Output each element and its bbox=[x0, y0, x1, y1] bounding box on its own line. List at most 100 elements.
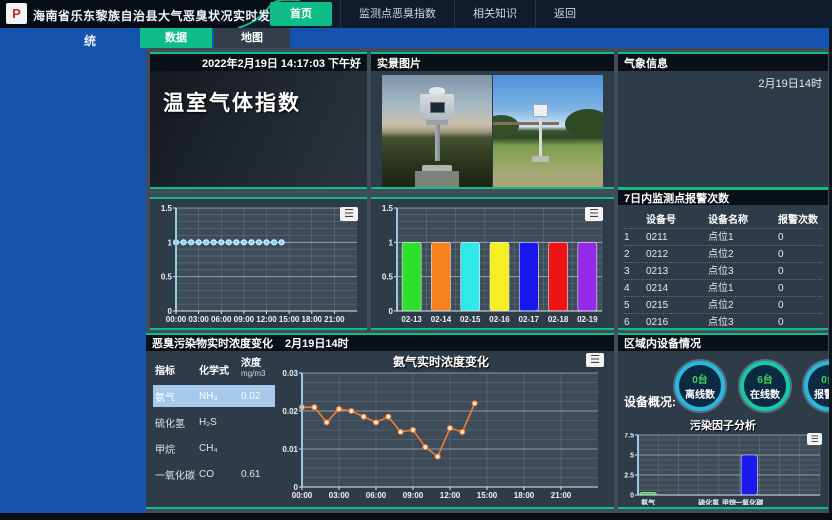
odor-panel-title: 恶臭污染物实时浓度变化 bbox=[152, 335, 273, 351]
cell-alarm-count: 0 bbox=[778, 280, 822, 297]
app-title: 海南省乐东黎族自治县大气恶臭状况实时发布系 bbox=[33, 7, 296, 24]
svg-text:15:00: 15:00 bbox=[477, 491, 498, 500]
svg-text:1.5: 1.5 bbox=[161, 204, 173, 213]
cell-name: 氨气 bbox=[155, 389, 199, 404]
cell-index: 4 bbox=[624, 280, 646, 297]
greenhouse-headline: 温室气体指数 bbox=[150, 71, 367, 117]
tree-shape bbox=[565, 109, 603, 139]
svg-text:00:00: 00:00 bbox=[166, 315, 187, 324]
cell-device-no: 0211 bbox=[646, 229, 708, 246]
col-indicator: 指标 bbox=[155, 362, 199, 377]
chart-menu-icon[interactable]: ☰ bbox=[807, 433, 822, 445]
cell-index: 1 bbox=[624, 229, 646, 246]
datetime-text: 2022年2月19日 14:17:03 下午好 bbox=[150, 54, 367, 71]
site-photo-1 bbox=[382, 75, 492, 187]
daily-odor-chart: 00.511.502-1302-1402-1502-1602-1702-1802… bbox=[373, 202, 612, 325]
table-row: 6 0216 点位3 0 bbox=[624, 314, 822, 331]
pollutant-row-co[interactable]: 一氧化碳 CO 0.61 bbox=[153, 463, 275, 485]
table-row: 4 0214 点位1 0 bbox=[624, 280, 822, 297]
monitor-pole bbox=[539, 118, 542, 157]
monitor-device-box bbox=[533, 104, 548, 117]
svg-text:0.5: 0.5 bbox=[161, 273, 173, 282]
svg-text:06:00: 06:00 bbox=[211, 315, 232, 324]
device-circle-offline: 0台 离线数 bbox=[675, 361, 725, 411]
cell-device-name: 点位1 bbox=[708, 229, 778, 246]
online-count: 6台 bbox=[757, 371, 773, 386]
online-label: 在线数 bbox=[750, 386, 780, 401]
table-row: 5 0215 点位2 0 bbox=[624, 297, 822, 314]
top-bar: P 海南省乐东黎族自治县大气恶臭状况实时发布系 首页 监测点恶臭指数 相关知识 … bbox=[0, 0, 832, 28]
ammonia-chart-title: 氨气实时浓度变化 bbox=[274, 353, 608, 370]
svg-text:5: 5 bbox=[630, 453, 634, 460]
dashboard-content: 2022年2月19日 14:17:03 下午好 温室气体指数 实景图片 bbox=[146, 48, 829, 513]
alarm-table-panel: 7日内监测点报警次数 设备号 设备名称 报警次数 1 0211 点位1 0 2 … bbox=[618, 188, 828, 330]
cell-device-name: 点位3 bbox=[708, 314, 778, 331]
svg-text:02-17: 02-17 bbox=[519, 315, 540, 324]
svg-text:02-13: 02-13 bbox=[401, 315, 422, 324]
bottom-edge-strip bbox=[0, 513, 832, 520]
cell-formula: H₂S bbox=[199, 417, 241, 428]
col-device-no: 设备号 bbox=[646, 212, 708, 229]
pollution-analysis-title: 污染因子分析 bbox=[618, 417, 828, 433]
pollutant-row-ammonia[interactable]: 氨气 NH₃ 0.02 bbox=[153, 385, 275, 407]
app-logo-glyph: P bbox=[12, 6, 21, 21]
svg-text:7.5: 7.5 bbox=[624, 433, 634, 440]
cell-device-no: 0215 bbox=[646, 297, 708, 314]
offline-count: 0台 bbox=[692, 371, 708, 386]
odor-panel-time: 2月19日14时 bbox=[285, 335, 349, 351]
cell-index: 3 bbox=[624, 263, 646, 280]
alarm-table: 设备号 设备名称 报警次数 1 0211 点位1 0 2 0212 点位2 0 bbox=[624, 212, 822, 331]
chart-menu-icon[interactable]: ☰ bbox=[585, 207, 603, 221]
nav-item-odor-index[interactable]: 监测点恶臭指数 bbox=[340, 0, 454, 28]
daily-odor-chart-panel: 00.511.502-1302-1402-1502-1602-1702-1802… bbox=[371, 197, 614, 330]
device-circle-alarm: 0台 报警数 bbox=[804, 361, 832, 411]
cell-device-name: 点位2 bbox=[708, 297, 778, 314]
photo-panel: 实景图片 bbox=[371, 52, 614, 189]
ammonia-chart: 00.010.020.0300:0003:0006:0009:0012:0015… bbox=[274, 369, 608, 501]
tab-data[interactable]: 数据 bbox=[140, 28, 212, 48]
svg-text:02-14: 02-14 bbox=[431, 315, 452, 324]
nav-item-back[interactable]: 返回 bbox=[535, 0, 594, 28]
chart-menu-icon[interactable]: ☰ bbox=[340, 207, 358, 221]
monitor-device-screen bbox=[430, 102, 445, 113]
svg-text:15:00: 15:00 bbox=[279, 315, 300, 324]
weather-panel-title: 气象信息 bbox=[618, 54, 828, 71]
svg-text:03:00: 03:00 bbox=[329, 491, 350, 500]
svg-text:21:00: 21:00 bbox=[324, 315, 345, 324]
table-row: 3 0213 点位3 0 bbox=[624, 263, 822, 280]
cell-device-no: 0212 bbox=[646, 246, 708, 263]
nav-item-home[interactable]: 首页 bbox=[270, 2, 332, 26]
svg-text:21:00: 21:00 bbox=[551, 491, 572, 500]
nav-item-knowledge[interactable]: 相关知识 bbox=[454, 0, 535, 28]
concrete-pillar bbox=[415, 171, 459, 187]
svg-text:12:00: 12:00 bbox=[440, 491, 461, 500]
col-device-name: 设备名称 bbox=[708, 212, 778, 229]
cell-device-name: 点位2 bbox=[708, 246, 778, 263]
svg-text:09:00: 09:00 bbox=[234, 315, 255, 324]
tab-map[interactable]: 地图 bbox=[214, 28, 290, 48]
devices-panel: 区域内设备情况 设备概况: 0台 离线数 6台 在线数 0台 报警数 污染因子分… bbox=[618, 333, 828, 509]
col-index bbox=[624, 212, 646, 229]
svg-text:0.03: 0.03 bbox=[282, 369, 298, 378]
svg-text:18:00: 18:00 bbox=[302, 315, 323, 324]
pollutant-row-ch4[interactable]: 甲烷 CH₄ bbox=[153, 437, 275, 459]
alarm-table-title: 7日内监测点报警次数 bbox=[618, 190, 828, 205]
col-alarm-count: 报警次数 bbox=[778, 212, 822, 229]
app-logo[interactable]: P bbox=[6, 3, 27, 24]
cell-index: 6 bbox=[624, 314, 646, 331]
cell-device-no: 0213 bbox=[646, 263, 708, 280]
odor-panel: 恶臭污染物实时浓度变化 2月19日14时 指标 化学式 浓度 mg/m3 氨气 … bbox=[146, 333, 614, 509]
greenhouse-index-chart-panel: 00.511.500:0003:0006:0009:0012:0015:0018… bbox=[150, 197, 367, 330]
app-title-wrap-char: 统 bbox=[84, 32, 96, 49]
offline-label: 离线数 bbox=[685, 386, 715, 401]
device-overview-label: 设备概况: bbox=[624, 393, 676, 410]
cell-formula: CO bbox=[199, 469, 241, 480]
pollutant-table-header: 指标 化学式 浓度 mg/m3 bbox=[153, 357, 275, 381]
chart-menu-icon[interactable]: ☰ bbox=[586, 353, 604, 367]
table-row: 1 0211 点位1 0 bbox=[624, 229, 822, 246]
svg-text:0.5: 0.5 bbox=[382, 273, 394, 282]
pollutant-row-h2s[interactable]: 硫化氢 H₂S bbox=[153, 411, 275, 433]
cell-device-no: 0216 bbox=[646, 314, 708, 331]
svg-text:0.01: 0.01 bbox=[282, 445, 298, 454]
svg-text:一氧化碳: 一氧化碳 bbox=[735, 498, 764, 505]
